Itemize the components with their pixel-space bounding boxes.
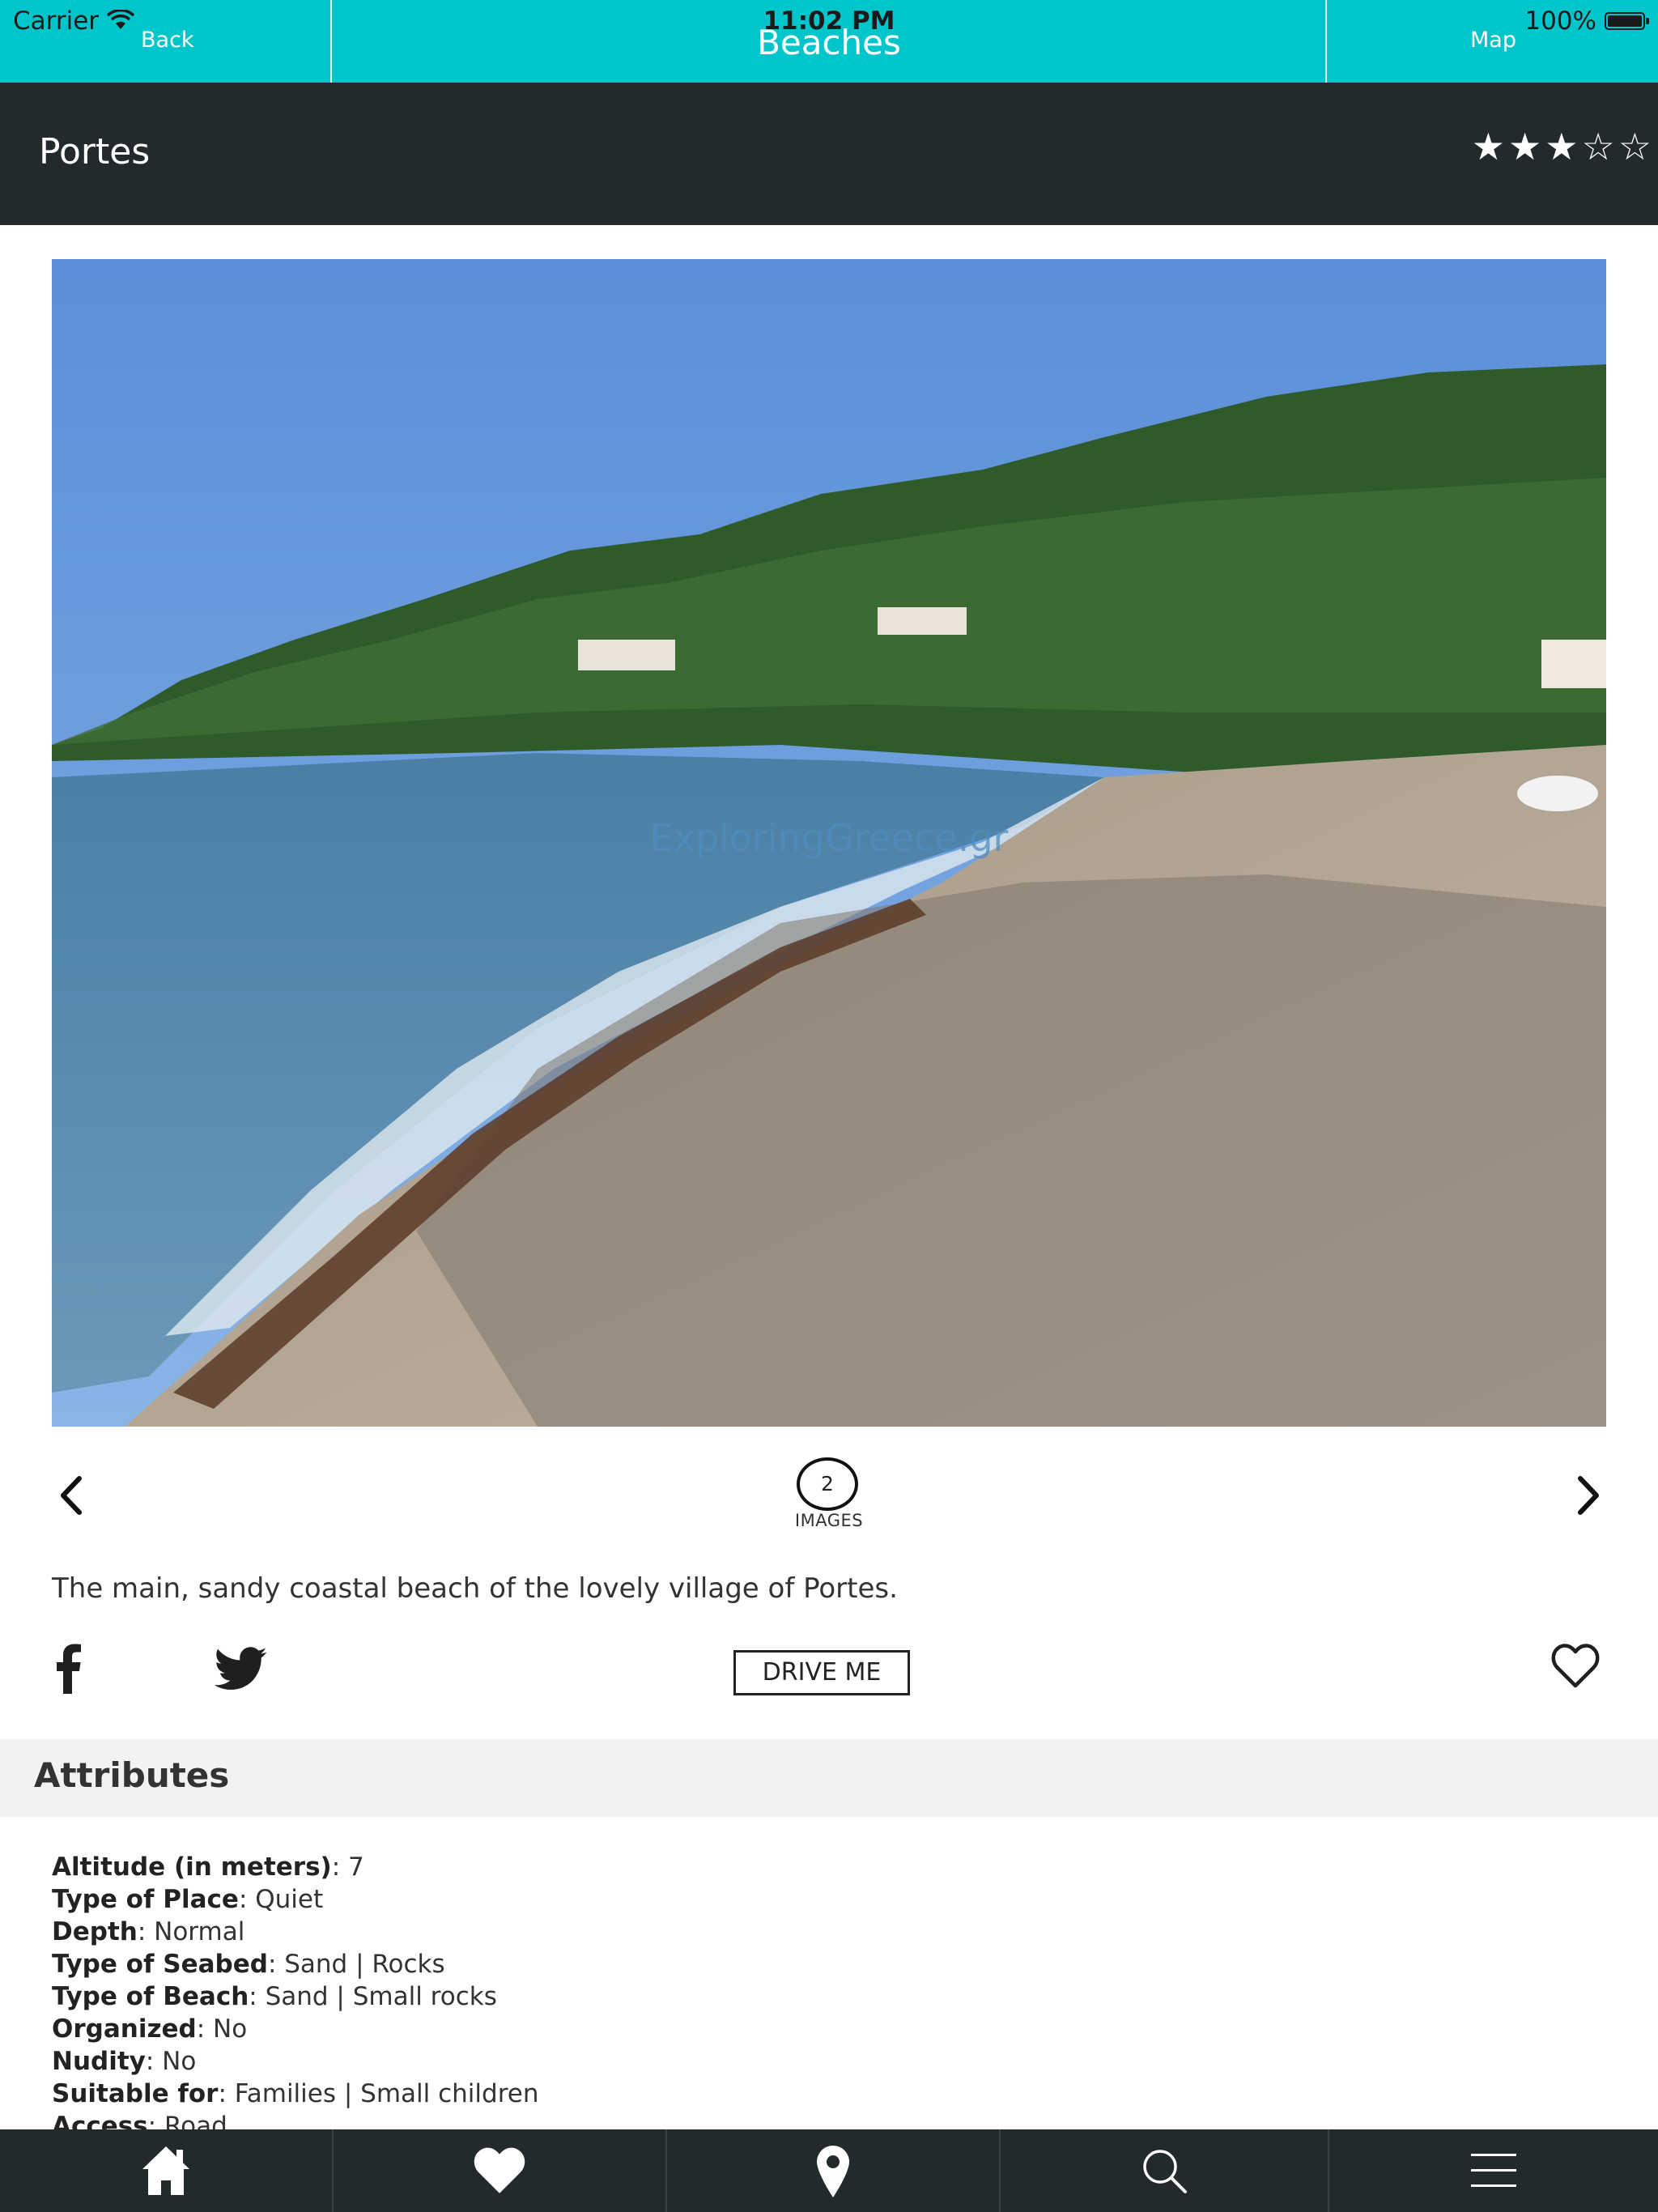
attribute-value: : Sand | Rocks [267, 1950, 445, 1979]
attribute-label: Organized [52, 2014, 197, 2044]
attribute-value: : Quiet [238, 1885, 324, 1914]
attribute-label: Type of Seabed [52, 1950, 268, 1979]
place-description: The main, sandy coastal beach of the lov… [52, 1572, 898, 1605]
drive-me-button[interactable]: DRIVE ME [733, 1650, 910, 1695]
beach-photo[interactable]: ExploringGreece.gr [52, 259, 1606, 1427]
attribute-label: Type of Place [52, 1885, 239, 1914]
attribute-row: Type of Place: Quiet [52, 1883, 1590, 1916]
attribute-label: Access [52, 2112, 148, 2129]
attribute-row: Type of Beach: Sand | Small rocks [52, 1980, 1590, 2013]
tab-map[interactable] [667, 2129, 999, 2212]
attribute-value: : No [196, 2014, 248, 2044]
facebook-icon[interactable] [57, 1644, 81, 1694]
attribute-value: : Normal [137, 1917, 245, 1946]
map-pin-icon [817, 2146, 849, 2197]
attribute-row: Depth: Normal [52, 1916, 1590, 1948]
star-filled-icon: ★ [1545, 125, 1579, 168]
bottom-tab-bar [0, 2129, 1658, 2212]
place-title: Portes [39, 131, 151, 172]
attribute-label: Altitude (in meters) [52, 1853, 332, 1882]
attribute-row: Suitable for: Families | Small children [52, 2078, 1590, 2110]
attribute-row: Type of Seabed: Sand | Rocks [52, 1948, 1590, 1980]
star-empty-icon: ☆ [1618, 125, 1652, 168]
menu-icon [1471, 2154, 1516, 2187]
tab-search[interactable] [1001, 2129, 1328, 2212]
attribute-label: Type of Beach [52, 1982, 249, 2011]
heart-icon [474, 2147, 525, 2193]
attribute-label: Suitable for [52, 2079, 219, 2108]
top-navigation-bar: Carrier 11:02 PM 100% Back Beaches Map [0, 0, 1658, 83]
attributes-section-header: Attributes [0, 1739, 1658, 1817]
attribute-value: : Families | Small children [218, 2079, 539, 2108]
photo-watermark: ExploringGreece.gr [649, 816, 1009, 860]
attribute-label: Nudity [52, 2047, 146, 2076]
next-image-button[interactable] [1562, 1467, 1611, 1524]
star-rating: ★ ★ ★ ☆ ☆ [1472, 128, 1652, 165]
attribute-row: Altitude (in meters): 7 [52, 1851, 1590, 1883]
tab-home[interactable] [0, 2129, 332, 2212]
tab-favorites[interactable] [334, 2129, 665, 2212]
search-icon [1143, 2150, 1187, 2193]
star-filled-icon: ★ [1471, 125, 1505, 168]
image-counter: 2 [797, 1457, 858, 1511]
attribute-row: Organized: No [52, 2013, 1590, 2045]
place-header: Portes ★ ★ ★ ☆ ☆ [0, 83, 1658, 225]
twitter-icon[interactable] [214, 1647, 267, 1691]
favorite-heart-icon[interactable] [1551, 1644, 1600, 1689]
attribute-row: Nudity: No [52, 2045, 1590, 2078]
attribute-value: : No [145, 2047, 197, 2076]
attribute-value: : Road [147, 2112, 227, 2129]
attributes-list: Altitude (in meters): 7 Type of Place: Q… [52, 1851, 1590, 2129]
star-empty-icon: ☆ [1581, 125, 1615, 168]
nav-title: Beaches [757, 23, 901, 62]
attribute-label: Depth [52, 1917, 138, 1946]
tab-menu[interactable] [1329, 2129, 1658, 2212]
attribute-value: : 7 [331, 1853, 364, 1882]
attribute-value: : Sand | Small rocks [249, 1982, 497, 2011]
home-icon [142, 2146, 189, 2195]
image-counter-label: IMAGES [794, 1511, 864, 1530]
star-filled-icon: ★ [1508, 125, 1542, 168]
attributes-title: Attributes [34, 1755, 230, 1795]
map-button[interactable]: Map [1470, 28, 1516, 53]
attribute-row: Access: Road [52, 2110, 1590, 2129]
